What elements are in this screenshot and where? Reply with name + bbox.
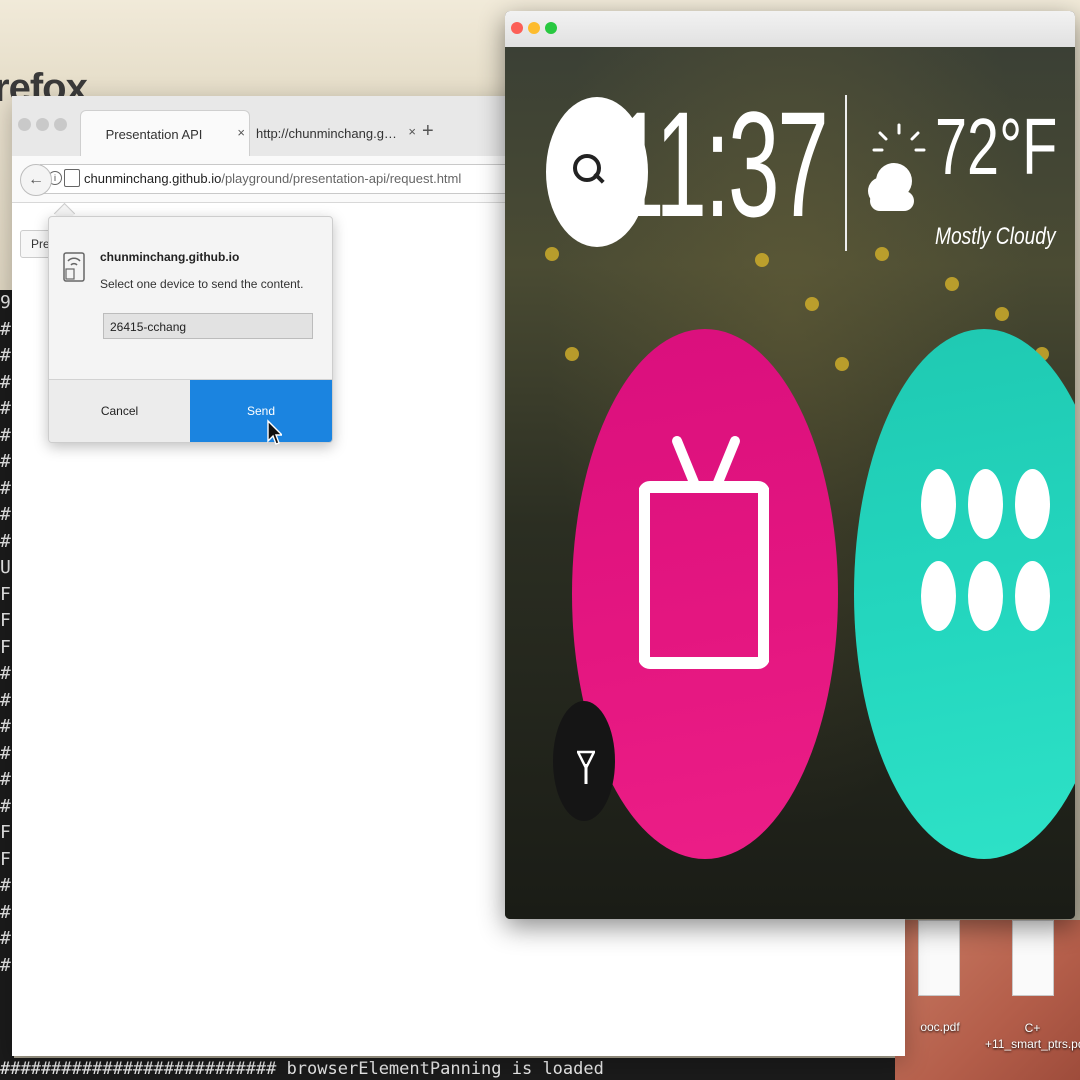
zoom-window-button[interactable]	[54, 118, 67, 131]
app-dot	[1015, 561, 1050, 631]
tab-label: Presentation API	[105, 127, 203, 142]
wifi-icon	[577, 750, 595, 784]
flower-decoration	[755, 253, 769, 267]
popup-description: Select one device to send the content.	[100, 277, 304, 291]
pdf-file-icon[interactable]	[918, 920, 960, 996]
weather-condition: Mostly Cloudy	[935, 223, 1056, 250]
flower-decoration	[805, 297, 819, 311]
presentation-device-popup: chunminchang.github.io Select one device…	[48, 216, 333, 443]
close-window-button[interactable]	[18, 118, 31, 131]
tab-presentation-api[interactable]: Presentation API ×	[80, 110, 250, 157]
flower-decoration	[565, 347, 579, 361]
device-list-item[interactable]: 26415-cchang	[103, 313, 313, 339]
device-window-titlebar	[505, 11, 1075, 48]
back-button[interactable]: ←	[20, 164, 52, 196]
flower-decoration	[545, 247, 559, 261]
send-button[interactable]: Send	[190, 380, 332, 442]
url-text: chunminchang.github.io/playground/presen…	[84, 171, 461, 186]
tab-close-icon[interactable]: ×	[408, 124, 416, 139]
app-dot	[921, 469, 956, 539]
file-label[interactable]: C+ +11_smart_ptrs.pdf	[985, 1020, 1080, 1052]
url-path: /playground/presentation-api/request.htm…	[221, 171, 462, 186]
minimize-window-button[interactable]	[528, 22, 540, 34]
cloud-icon	[868, 163, 914, 211]
flower-decoration	[945, 277, 959, 291]
url-host: chunminchang.github.io	[84, 171, 222, 186]
presentation-device-window: 11:37 72°F Mostly Cloudy	[505, 11, 1075, 919]
flower-decoration	[995, 307, 1009, 321]
zoom-window-button[interactable]	[545, 22, 557, 34]
cast-device-icon	[63, 252, 85, 282]
popup-footer: Cancel Send	[49, 379, 332, 442]
app-dot	[968, 469, 1003, 539]
popup-title: chunminchang.github.io	[100, 250, 240, 264]
app-dot	[1015, 469, 1050, 539]
mouse-cursor-icon	[267, 419, 282, 445]
tab-receiver-page[interactable]: http://chunminchang.github.io/... ×	[252, 110, 420, 156]
flower-decoration	[835, 357, 849, 371]
temperature: 72°F	[935, 102, 1058, 191]
tab-label: http://chunminchang.github.io/...	[256, 126, 398, 141]
tab-close-icon[interactable]: ×	[237, 125, 245, 140]
close-window-button[interactable]	[511, 22, 523, 34]
file-label[interactable]: ooc.pdf	[900, 1020, 980, 1034]
pdf-file-icon[interactable]	[1012, 920, 1054, 996]
clock-time: 11:37	[613, 80, 829, 248]
cancel-button[interactable]: Cancel	[49, 380, 190, 442]
minimize-window-button[interactable]	[36, 118, 49, 131]
tv-icon	[639, 436, 769, 669]
app-dot	[921, 561, 956, 631]
desktop-files-area: ooc.pdf C+ +11_smart_ptrs.pdf	[895, 920, 1080, 1080]
terminal-bottom-line: ########################### browserEleme…	[0, 1058, 900, 1080]
clock-weather-divider	[845, 95, 847, 251]
presentation-cast-icon[interactable]	[64, 169, 80, 187]
app-dot	[968, 561, 1003, 631]
new-tab-button[interactable]: +	[422, 120, 434, 143]
flower-decoration	[875, 247, 889, 261]
